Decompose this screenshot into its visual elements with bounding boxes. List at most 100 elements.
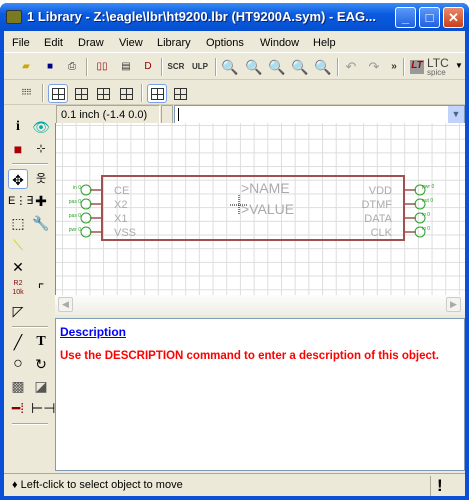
value-label: >VALUE xyxy=(241,201,294,217)
symbol-icon[interactable]: D xyxy=(138,58,158,76)
pin-connector xyxy=(80,184,92,196)
name-label: >NAME xyxy=(241,180,290,196)
pin-direction: pas 0 xyxy=(69,213,81,219)
drawing-canvas[interactable]: in 0 CE pas 0 X2 pas 0 X1 pwr 0 VSS pwr 0 VDD out … xyxy=(55,123,465,295)
busy-indicator: ! xyxy=(430,476,443,496)
menu-draw[interactable]: Draw xyxy=(78,37,104,49)
zoom-redraw-icon[interactable]: 🔍 xyxy=(290,58,310,76)
menu-bar: File Edit Draw View Library Options Wind… xyxy=(4,33,465,53)
open-icon[interactable]: ▰ xyxy=(16,58,36,76)
menu-library[interactable]: Library xyxy=(157,37,191,49)
pin-name: CE xyxy=(114,185,129,197)
display-layers-icon[interactable]: ■ xyxy=(8,139,28,159)
pin-direction: out 0 xyxy=(422,198,433,204)
dimension-icon[interactable]: ⊢⊣ xyxy=(31,398,55,418)
rect-icon[interactable]: ▩ xyxy=(8,376,28,396)
group-icon[interactable]: ⬚ xyxy=(8,213,28,233)
grid-icon[interactable]: ⠿⠿ xyxy=(16,84,36,102)
rotate-icon[interactable]: ✚ xyxy=(31,191,51,211)
polygon-icon[interactable]: ◪ xyxy=(31,376,51,396)
layout-4-button[interactable] xyxy=(116,84,136,103)
pin-direction: pwr 0 xyxy=(69,227,81,233)
pin-icon[interactable]: ━⁞ xyxy=(8,398,28,418)
zoom-in-icon[interactable]: 🔍 xyxy=(244,58,264,76)
name-value-icon[interactable]: R2 10k xyxy=(8,279,28,299)
pin-connector xyxy=(80,198,92,210)
menu-window[interactable]: Window xyxy=(260,37,299,49)
zoom-fit-icon[interactable]: 🔍 xyxy=(220,58,240,76)
ltc-logo-icon: LT xyxy=(410,60,424,74)
text-icon[interactable]: T xyxy=(31,332,51,352)
main-window: 1 Library - Z:\eagle\lbr\ht9200.lbr (HT9… xyxy=(0,3,469,500)
miter-icon[interactable]: ⌜ xyxy=(31,279,51,299)
title-bar[interactable]: 1 Library - Z:\eagle\lbr\ht9200.lbr (HT9… xyxy=(0,3,469,31)
command-dropdown-button[interactable]: ▼ xyxy=(448,106,464,123)
ulp-icon[interactable]: ULP xyxy=(190,58,210,76)
copy-icon[interactable]: 웃 xyxy=(31,169,51,189)
menu-file[interactable]: File xyxy=(12,37,30,49)
description-message: Use the DESCRIPTION command to enter a d… xyxy=(60,350,439,362)
pin-direction: in 0 xyxy=(73,185,81,191)
status-bar: ♦ Left-click to select object to move ! xyxy=(4,473,465,496)
status-text: ♦ Left-click to select object to move xyxy=(12,479,183,491)
redo-icon[interactable]: ↷ xyxy=(364,58,384,76)
horizontal-scrollbar[interactable]: ◀ ▶ xyxy=(55,295,465,315)
coordinate-display: 0.1 inch (-1.4 0.0) xyxy=(56,105,160,124)
scroll-left-button[interactable]: ◀ xyxy=(58,297,73,312)
command-input[interactable]: ▼ xyxy=(174,105,465,124)
scroll-right-button[interactable]: ▶ xyxy=(446,297,461,312)
spice-label: spice xyxy=(427,68,446,77)
symbol-drawing: in 0 CE pas 0 X2 pas 0 X1 pwr 0 VSS pwr 0 VDD out … xyxy=(69,175,434,241)
zoom-out-icon[interactable]: 🔍 xyxy=(267,58,287,76)
menu-help[interactable]: Help xyxy=(313,37,336,49)
mirror-icon[interactable]: E⋮∃ xyxy=(8,191,33,211)
info-icon[interactable]: i xyxy=(8,117,28,137)
description-link[interactable]: Description xyxy=(60,325,126,339)
layout-2-button[interactable] xyxy=(71,84,91,103)
command-toolbar: i 👁 ■ ⊹ ✥ 웃 E⋮∃ ✚ ⬚ 🔧 ⟍ ✕ R2 10k ⌜ ◸ ╱ T … xyxy=(4,105,55,473)
paste-icon[interactable]: ⟍ xyxy=(8,235,28,255)
layout-5-button[interactable] xyxy=(147,84,167,103)
zoom-select-icon[interactable]: 🔍 xyxy=(313,58,333,76)
pin-name: VSS xyxy=(114,227,136,239)
pin-direction: io 0 xyxy=(422,226,430,232)
show-icon[interactable]: 👁 xyxy=(31,117,51,137)
layout-6-button[interactable] xyxy=(170,84,190,103)
chevron-down-icon: ▼ xyxy=(455,61,463,70)
more-icon[interactable]: » xyxy=(384,58,404,76)
circle-icon[interactable]: ○ xyxy=(8,354,28,374)
board-icon[interactable]: ▤ xyxy=(116,58,136,76)
pin-name: CLK xyxy=(371,227,393,239)
minimize-button[interactable]: _ xyxy=(395,7,416,28)
pin-direction: pwr 0 xyxy=(422,184,434,190)
move-icon[interactable]: ✥ xyxy=(8,169,28,189)
save-icon[interactable]: ■ xyxy=(40,58,60,76)
menu-view[interactable]: View xyxy=(119,37,143,49)
wire-icon[interactable]: ╱ xyxy=(8,332,28,352)
undo-icon[interactable]: ↶ xyxy=(341,58,361,76)
pin-direction: pas 0 xyxy=(69,199,81,205)
delete-icon[interactable]: ✕ xyxy=(8,257,28,277)
window-title: 1 Library - Z:\eagle\lbr\ht9200.lbr (HT9… xyxy=(27,9,376,24)
close-button[interactable]: ✕ xyxy=(443,7,464,28)
menu-edit[interactable]: Edit xyxy=(44,37,63,49)
pin-name: VDD xyxy=(369,185,392,197)
pin-name: DTMF xyxy=(361,199,392,211)
main-toolbar: ▰ ■ ⎙ ▯▯ ▤ D SCR ULP 🔍 🔍 🔍 🔍 🔍 ↶ ↷ » LT … xyxy=(4,54,465,80)
change-icon[interactable]: 🔧 xyxy=(31,213,51,233)
menu-options[interactable]: Options xyxy=(206,37,244,49)
layout-1-button[interactable] xyxy=(48,84,68,103)
mark-icon[interactable]: ⊹ xyxy=(31,139,51,159)
schematic-icon[interactable]: ▯▯ xyxy=(92,58,112,76)
app-icon xyxy=(6,10,22,24)
pin-direction: io 0 xyxy=(422,212,430,218)
script-icon[interactable]: SCR xyxy=(166,58,186,76)
layout-3-button[interactable] xyxy=(93,84,113,103)
pin-connector xyxy=(80,226,92,238)
maximize-button[interactable]: □ xyxy=(419,7,440,28)
print-icon[interactable]: ⎙ xyxy=(62,58,82,76)
ltc-spice-button[interactable]: LT LTC spice ▼ xyxy=(410,56,463,77)
arc-icon[interactable]: ↻ xyxy=(31,354,51,374)
pin-name: X2 xyxy=(114,199,127,211)
split-icon[interactable]: ◸ xyxy=(8,301,28,321)
